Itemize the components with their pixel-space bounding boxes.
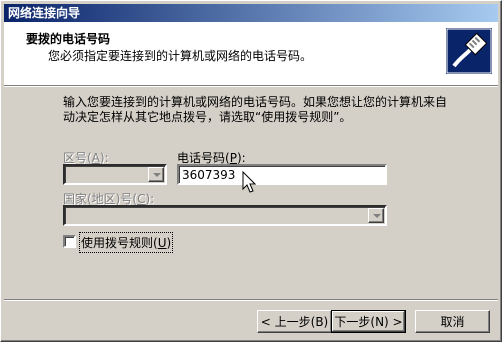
title-bar[interactable]: 网络连接向导 <box>4 4 498 22</box>
dialing-rules-label[interactable]: 使用拨号规则(U) <box>78 232 174 253</box>
phone-cable-plug-icon <box>446 28 492 74</box>
chevron-down-icon <box>373 214 381 218</box>
country-dropdown-button[interactable] <box>368 208 384 223</box>
cancel-button[interactable]: 取消 <box>415 310 490 333</box>
window-title: 网络连接向导 <box>8 6 81 20</box>
area-code-dropdown-button[interactable] <box>148 167 164 182</box>
footer-separator <box>4 299 498 301</box>
phone-number-input[interactable] <box>177 164 387 185</box>
next-button[interactable]: 下一步(N) > <box>331 310 406 333</box>
back-button[interactable]: < 上一步(B) <box>257 310 332 333</box>
header-title: 要拨的电话号码 <box>26 32 111 46</box>
chevron-down-icon <box>153 173 161 177</box>
wizard-window: 网络连接向导 要拨的电话号码 您必须指定要连接到的计算机或网络的电话号码。 输入… <box>0 0 502 342</box>
dialing-rules-checkbox[interactable] <box>63 235 76 248</box>
wizard-header: 要拨的电话号码 您必须指定要连接到的计算机或网络的电话号码。 <box>4 22 498 85</box>
area-code-combo[interactable] <box>63 164 167 185</box>
mouse-cursor-icon <box>242 171 257 193</box>
country-code-combo[interactable] <box>63 205 387 226</box>
instructions-text: 输入您要连接到的计算机或网络的电话号码。如果您想让您的计算机来自动决定怎样从其它… <box>63 95 448 124</box>
header-subtitle: 您必须指定要连接到的计算机或网络的电话号码。 <box>48 49 313 63</box>
header-separator <box>4 85 498 87</box>
